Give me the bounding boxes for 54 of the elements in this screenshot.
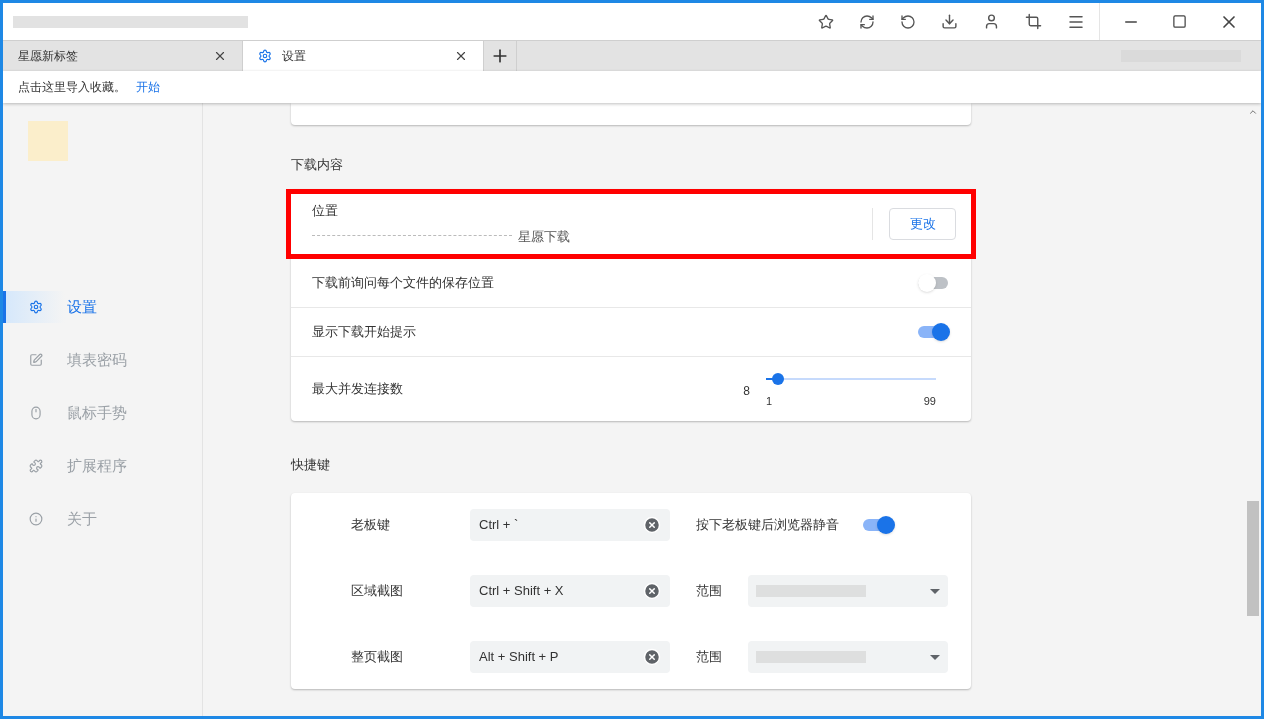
blurred-logo xyxy=(28,121,68,161)
sync-icon[interactable] xyxy=(859,13,875,30)
option-label: 范围 xyxy=(696,648,723,667)
shortcut-label: 老板键 xyxy=(350,516,391,535)
close-icon[interactable] xyxy=(213,49,227,63)
shortcut-field[interactable]: Ctrl + Shift + X xyxy=(470,575,670,607)
dropdown-arrow-icon xyxy=(930,654,940,660)
settings-icon xyxy=(29,300,43,314)
start-link[interactable]: 开始 xyxy=(136,78,160,96)
sidebar-item[interactable]: 扩展程序 xyxy=(3,450,202,482)
toggle-switch[interactable] xyxy=(918,272,950,293)
clear-icon[interactable] xyxy=(643,582,661,600)
toggle-switch[interactable] xyxy=(863,515,895,535)
slider-value: 8 xyxy=(743,382,750,400)
scrollbar-thumb[interactable] xyxy=(1247,501,1259,616)
slider-min-label: 1 xyxy=(766,393,773,409)
change-button[interactable]: 更改 xyxy=(889,207,956,240)
slider-thumb[interactable] xyxy=(771,372,784,385)
edit-icon xyxy=(29,353,43,367)
star-icon[interactable] xyxy=(818,13,834,30)
location-path: 星愿下载 xyxy=(518,227,570,246)
maximize-icon[interactable] xyxy=(1172,14,1187,29)
setting-label: 显示下载开始提示 xyxy=(312,322,416,341)
option-label: 按下老板键后浏览器静音 xyxy=(696,516,839,535)
info-icon xyxy=(29,512,43,526)
user-icon[interactable] xyxy=(983,13,1000,30)
sidebar-item[interactable]: 鼠标手势 xyxy=(3,397,202,429)
sidebar-item[interactable]: 关于 xyxy=(3,503,202,535)
slider-max-label: 99 xyxy=(923,393,936,409)
section-heading: 快捷键 xyxy=(291,455,331,474)
puzzle-icon xyxy=(29,459,43,473)
browser-tab[interactable]: 设置 xyxy=(243,41,483,71)
undo-icon[interactable] xyxy=(900,13,916,30)
shortcut-field[interactable]: Ctrl + ` xyxy=(470,509,670,541)
clear-icon[interactable] xyxy=(643,516,661,534)
option-label: 范围 xyxy=(696,582,723,601)
setting-label: 下载前询问每个文件的保存位置 xyxy=(312,273,494,292)
shortcut-label: 整页截图 xyxy=(350,648,404,667)
import-hint: 点击这里导入收藏。 xyxy=(18,79,126,96)
section-heading: 下载内容 xyxy=(291,156,344,174)
settings-icon xyxy=(258,49,272,63)
mouse-icon xyxy=(29,406,43,420)
close-icon[interactable] xyxy=(454,49,468,63)
crop-icon[interactable] xyxy=(1025,13,1042,30)
setting-label: 最大并发连接数 xyxy=(312,379,403,398)
toggle-switch[interactable] xyxy=(918,321,950,342)
shortcut-label: 区域截图 xyxy=(350,582,404,601)
dropdown-arrow-icon xyxy=(930,588,940,594)
shortcut-field[interactable]: Alt + Shift + P xyxy=(470,641,670,673)
location-label: 位置 xyxy=(312,202,339,220)
scroll-up-icon[interactable] xyxy=(1248,107,1258,117)
clear-icon[interactable] xyxy=(643,648,661,666)
sidebar-item[interactable]: 填表密码 xyxy=(3,344,202,376)
download-icon[interactable] xyxy=(941,13,958,30)
